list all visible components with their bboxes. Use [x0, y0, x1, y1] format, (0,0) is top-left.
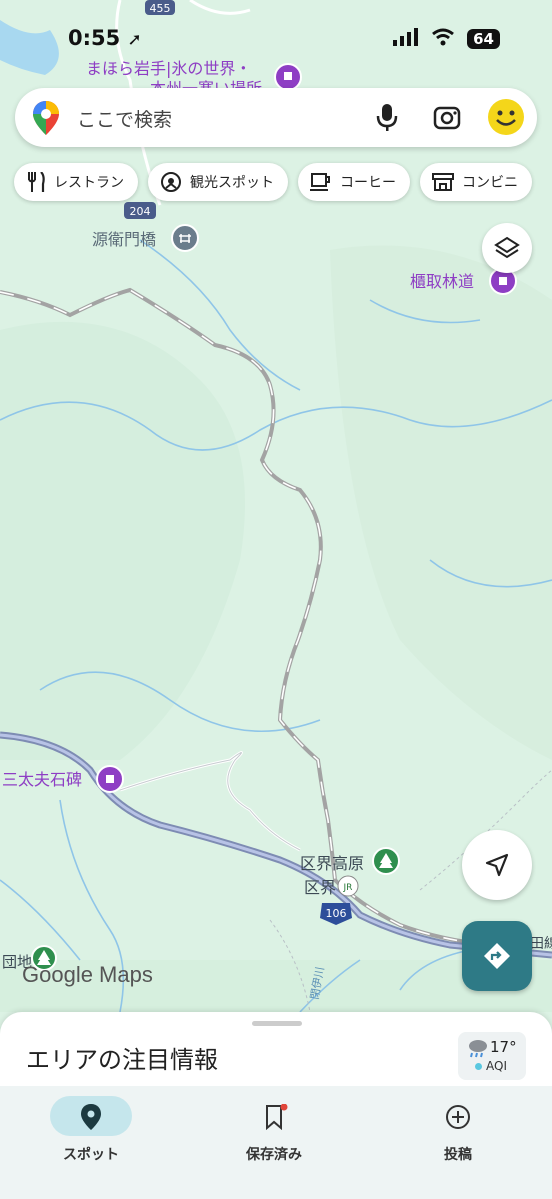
location-arrow-icon: ➚ [127, 30, 142, 50]
coffee-cup-icon [310, 173, 330, 191]
poi-label-mahora[interactable]: まほら岩手|氷の世界・ [86, 59, 251, 78]
location-pin-icon [80, 1104, 102, 1134]
cloud-rain-icon [466, 1038, 488, 1062]
camera-landmark-icon [161, 172, 181, 192]
rail-line-label: 田線 [530, 936, 552, 952]
forest-road-label[interactable]: 櫃取林道 [410, 272, 474, 291]
area-label-kogai-kogen[interactable]: 区界高原 [300, 854, 364, 873]
park-tree-icon[interactable] [372, 847, 400, 875]
temperature: 17° [490, 1038, 517, 1056]
account-avatar[interactable] [487, 98, 525, 140]
chip-restaurant[interactable]: レストラン [14, 163, 138, 201]
svg-text:204: 204 [130, 205, 151, 218]
my-location-button[interactable] [462, 830, 532, 900]
search-bar[interactable]: ここで検索 [15, 88, 537, 147]
status-time: 0:55 ➚ [68, 26, 142, 50]
bottom-navigation: スポット 保存済み 投稿 [0, 1086, 552, 1199]
svg-text:JR: JR [343, 883, 353, 893]
route-204-shield: 204 [124, 202, 156, 219]
status-bar: 0:55 ➚ 64 [0, 26, 552, 56]
directions-button[interactable] [462, 921, 532, 991]
sheet-drag-handle[interactable] [252, 1021, 302, 1026]
google-maps-logo: Google Maps [22, 962, 153, 987]
route-455-shield: 455 [145, 0, 175, 15]
sheet-title: エリアの注目情報 [26, 1046, 218, 1074]
add-circle-icon [445, 1104, 471, 1134]
battery-indicator: 64 [467, 29, 500, 49]
directions-icon [484, 943, 510, 969]
maps-pin-logo-icon [33, 101, 59, 139]
microphone-icon[interactable] [376, 104, 398, 136]
svg-text:455: 455 [150, 2, 171, 15]
svg-text:106: 106 [326, 907, 347, 920]
aqi-label: AQI [486, 1059, 507, 1073]
chip-coffee[interactable]: コーヒー [298, 163, 410, 201]
layers-icon [494, 236, 520, 259]
bookmark-icon [264, 1103, 288, 1134]
bridge-label[interactable]: 源衛門橋 [92, 230, 156, 249]
category-chips: レストラン 観光スポット コーヒー コンビニ [14, 163, 532, 201]
poi-marker-purple[interactable] [274, 63, 302, 91]
store-icon [432, 173, 454, 191]
navigation-arrow-icon [485, 853, 509, 877]
fork-knife-icon [28, 172, 45, 192]
lens-camera-icon[interactable] [433, 104, 461, 136]
station-label-kogai[interactable]: 区界 [304, 878, 336, 897]
bridge-marker[interactable] [171, 224, 199, 252]
search-input[interactable]: ここで検索 [77, 105, 172, 132]
layers-button[interactable] [482, 223, 532, 273]
monument-label[interactable]: 三太夫石碑 [2, 770, 82, 789]
aqi-dot-icon [475, 1063, 482, 1070]
cellular-signal-icon [393, 28, 419, 50]
weather-widget[interactable]: 17° AQI [458, 1032, 526, 1080]
chip-convenience-store[interactable]: コンビニ [420, 163, 532, 201]
wifi-icon [431, 28, 455, 50]
jr-station-icon[interactable]: JR [337, 875, 359, 897]
chip-sightseeing[interactable]: 観光スポット [148, 163, 288, 201]
poi-marker-monument[interactable] [96, 765, 124, 793]
